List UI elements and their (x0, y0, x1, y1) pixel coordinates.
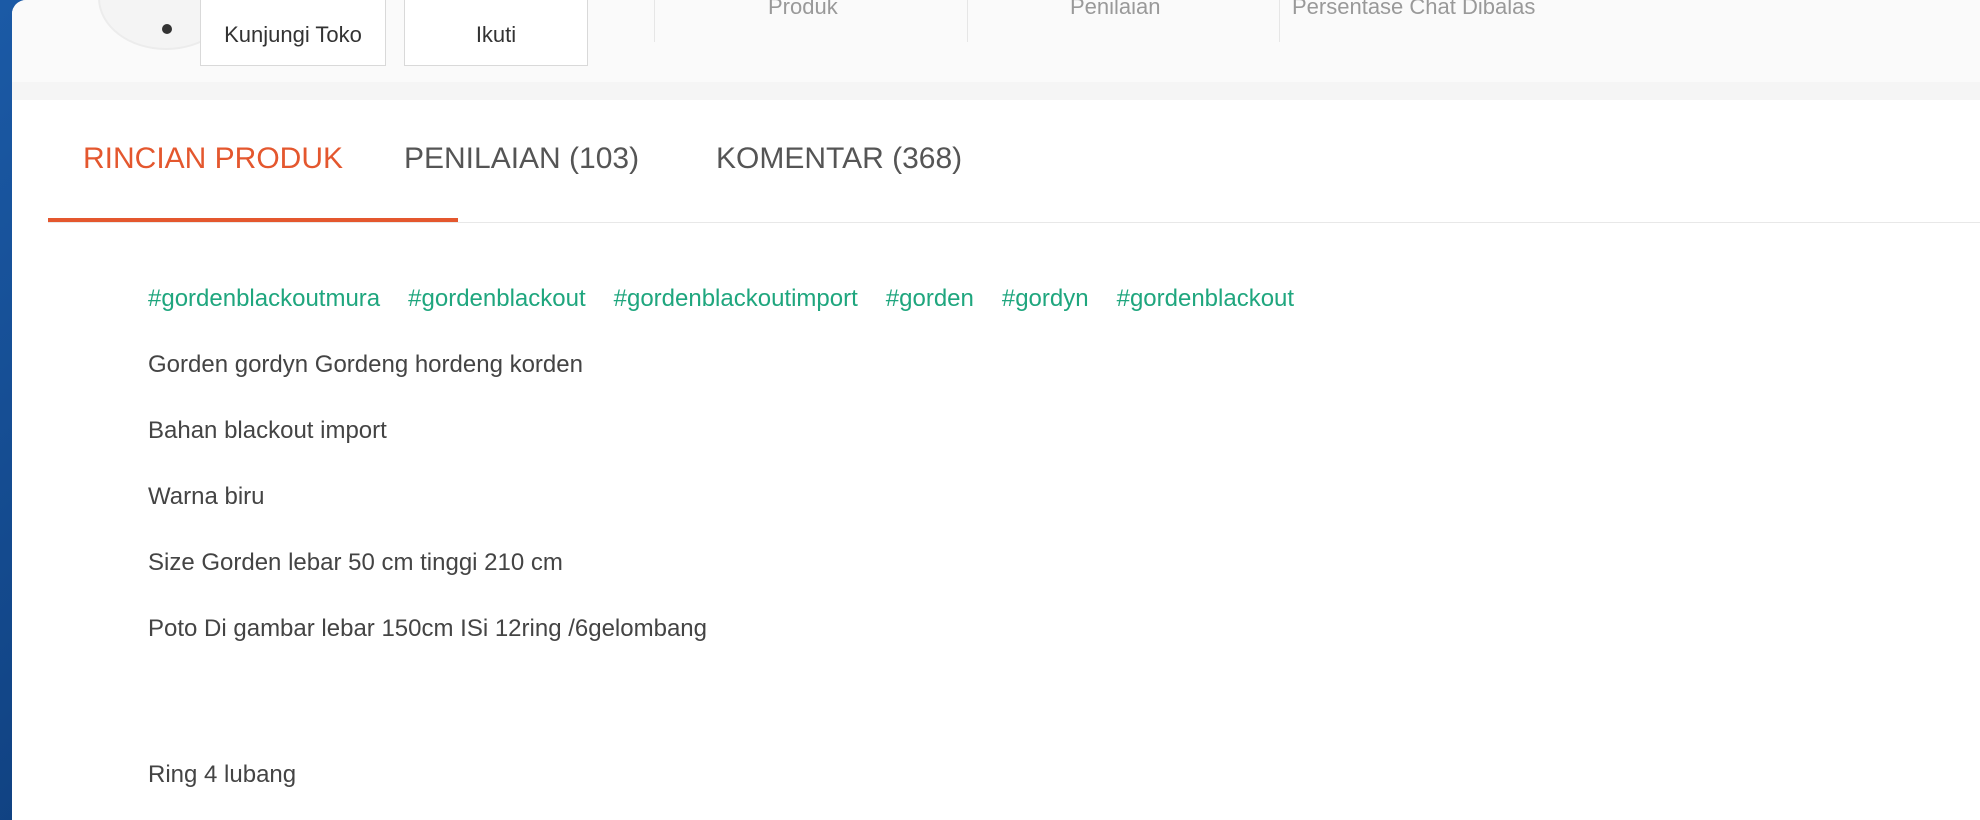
description-line: Poto Di gambar lebar 150cm ISi 12ring /6… (148, 615, 707, 642)
hashtag-link[interactable]: #gorden (886, 285, 974, 313)
hashtag-list: #gordenblackoutmura #gordenblackout #gor… (148, 285, 1294, 313)
description-line: Size Gorden lebar 50 cm tinggi 210 cm (148, 549, 563, 576)
follow-button[interactable]: Ikuti (404, 0, 588, 66)
hashtag-link[interactable]: #gordenblackout (1117, 285, 1294, 313)
tab-ratings[interactable]: PENILAIAN (103) (404, 142, 639, 176)
stat-divider (967, 0, 968, 42)
section-gap (12, 82, 1980, 100)
description-line: Gorden gordyn Gordeng hordeng korden (148, 351, 583, 378)
stat-divider (1279, 0, 1280, 42)
stat-products-label: Produk (768, 0, 838, 19)
product-tabs: RINCIAN PRODUK PENILAIAN (103) KOMENTAR … (48, 100, 1980, 223)
description-line: Bahan blackout import (148, 417, 387, 444)
stat-chat-response-label: Persentase Chat Dibalas (1292, 0, 1536, 19)
active-tab-indicator (48, 218, 458, 222)
hashtag-link[interactable]: #gordenblackoutimport (614, 285, 858, 313)
product-description: #gordenblackoutmura #gordenblackout #gor… (148, 285, 1294, 789)
hashtag-link[interactable]: #gordenblackout (408, 285, 585, 313)
visit-shop-button[interactable]: Kunjungi Toko (200, 0, 386, 66)
stat-ratings-label: Penilaian (1070, 0, 1161, 19)
description-line: Warna biru (148, 483, 265, 510)
description-line: Ring 4 lubang (148, 761, 297, 788)
stat-divider (654, 0, 655, 42)
tab-comments[interactable]: KOMENTAR (368) (716, 142, 962, 176)
tab-product-details[interactable]: RINCIAN PRODUK (83, 142, 343, 176)
avatar-dot-icon (162, 24, 172, 34)
shop-header: Kunjungi Toko Ikuti Produk Penilaian Per… (12, 0, 1980, 82)
hashtag-link[interactable]: #gordenblackoutmura (148, 285, 380, 313)
browser-viewport: Kunjungi Toko Ikuti Produk Penilaian Per… (12, 0, 1980, 820)
hashtag-link[interactable]: #gordyn (1002, 285, 1089, 313)
